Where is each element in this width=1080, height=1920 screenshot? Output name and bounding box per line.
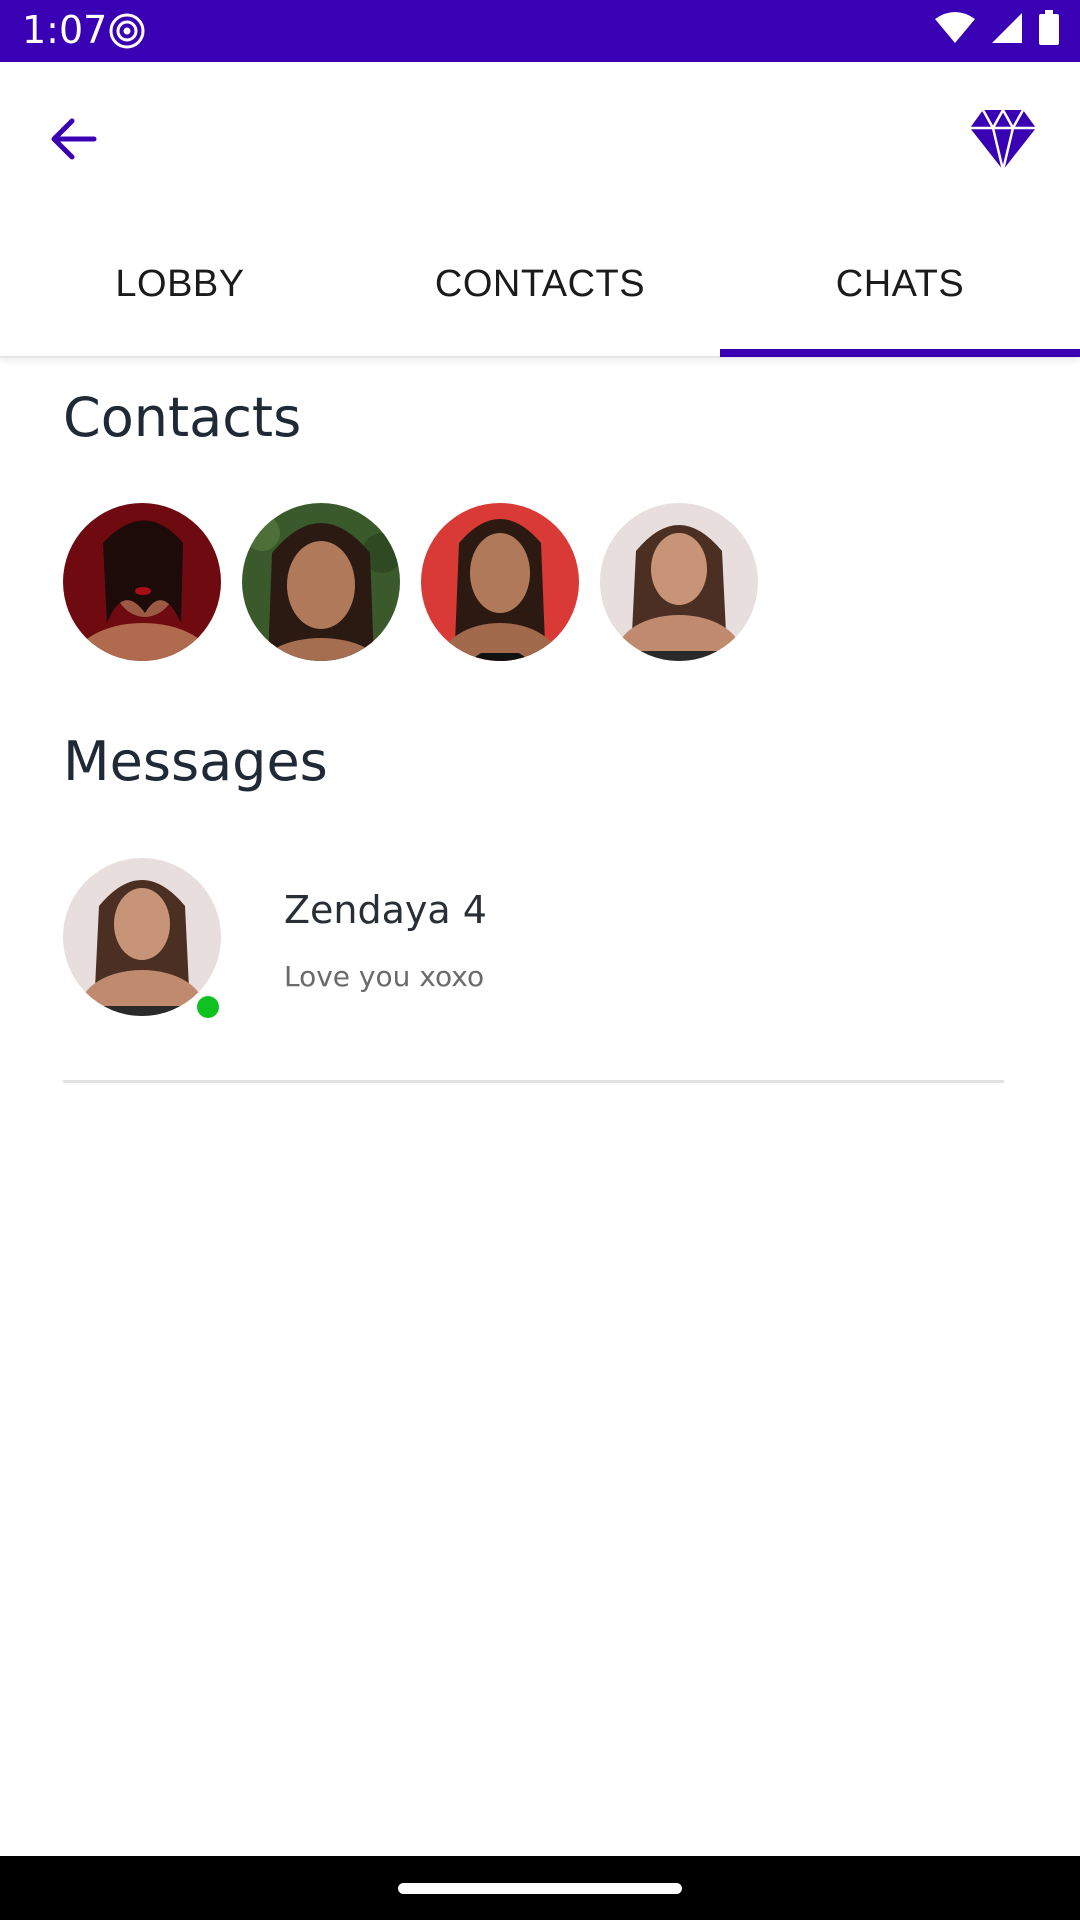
online-status-indicator: [197, 996, 219, 1018]
avatar: [63, 858, 221, 1016]
status-time: 1:07: [22, 8, 108, 52]
back-arrow-icon[interactable]: [42, 107, 106, 171]
avatar-photo: [600, 503, 758, 661]
contacts-avatar-row: [63, 503, 758, 661]
tab-selected-indicator: [720, 349, 1080, 357]
signal-icon: [992, 13, 1022, 43]
battery-icon: [1039, 10, 1059, 45]
avatar-photo: [242, 503, 400, 661]
contact-avatar[interactable]: [63, 503, 221, 661]
tab-lobby[interactable]: LOBBY: [0, 212, 360, 356]
avatar-photo: [63, 503, 221, 661]
tab-contacts[interactable]: CONTACTS: [360, 212, 720, 356]
contact-avatar[interactable]: [600, 503, 758, 661]
contacts-heading: Contacts: [63, 386, 302, 449]
contact-avatar[interactable]: [421, 503, 579, 661]
avatar-photo: [63, 858, 221, 1016]
tab-label: CONTACTS: [434, 262, 646, 305]
radio-icon: [109, 13, 145, 49]
avatar-photo: [421, 503, 579, 661]
wifi-icon: [935, 12, 975, 43]
diamond-icon[interactable]: [966, 102, 1040, 176]
status-bar: 1:07: [0, 0, 1080, 62]
message-sender-name: Zendaya 4: [284, 888, 487, 932]
messages-heading: Messages: [63, 730, 328, 793]
tab-chats[interactable]: CHATS: [720, 212, 1080, 356]
message-preview: Love you xoxo: [284, 960, 485, 993]
tab-label: LOBBY: [115, 262, 245, 305]
message-list-item[interactable]: Zendaya 4 Love you xoxo: [63, 858, 1003, 1018]
app-bar: [0, 62, 1080, 212]
contact-avatar[interactable]: [242, 503, 400, 661]
tab-label: CHATS: [835, 262, 965, 305]
home-gesture-handle[interactable]: [398, 1883, 682, 1894]
divider: [63, 1080, 1004, 1083]
tab-bar: LOBBY CONTACTS CHATS: [0, 212, 1080, 358]
